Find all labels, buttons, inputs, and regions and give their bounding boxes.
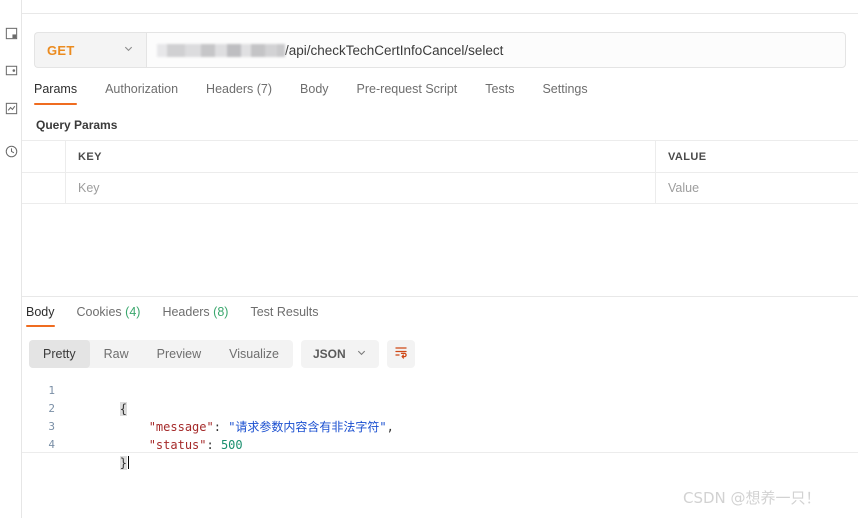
- language-dropdown[interactable]: JSON: [300, 340, 379, 368]
- response-divider: [22, 296, 858, 297]
- headers-count: (8): [213, 305, 229, 319]
- collections-icon[interactable]: [3, 25, 19, 41]
- cropped-tab-strip: ······· ····· ····· ······: [22, 0, 858, 13]
- top-divider: [22, 13, 858, 14]
- json-close-brace: }: [119, 456, 128, 470]
- response-tab-test-results[interactable]: Test Results: [250, 303, 318, 327]
- header-checkbox-cell: [22, 141, 66, 172]
- key-input-placeholder[interactable]: Key: [78, 181, 100, 195]
- response-body-viewer[interactable]: 1 2 3 4 { "message": "请求参数内容含有非法字符", "st…: [22, 378, 858, 470]
- line-number: 2: [48, 402, 55, 415]
- postman-window: ······· ····· ····· ······ GET /api/chec…: [0, 0, 858, 518]
- json-open-brace: {: [119, 402, 128, 416]
- format-raw[interactable]: Raw: [90, 340, 143, 368]
- json-value-status: 500: [220, 438, 243, 452]
- line-number: 3: [48, 420, 55, 433]
- query-params-title: Query Params: [36, 118, 118, 132]
- http-method-dropdown[interactable]: GET: [34, 32, 146, 68]
- key-column-header: KEY: [78, 150, 102, 163]
- table-header-row: KEY VALUE: [22, 140, 858, 172]
- json-comma: ,: [386, 420, 394, 434]
- response-format-toolbar: Pretty Raw Preview Visualize JSON: [29, 340, 415, 368]
- table-row[interactable]: Key Value: [22, 172, 858, 204]
- wrap-lines-icon: [393, 344, 409, 365]
- chevron-down-icon: [123, 41, 134, 59]
- left-icon-rail: [0, 0, 22, 518]
- query-params-table: KEY VALUE Key Value: [22, 140, 858, 204]
- json-colon: :: [206, 438, 221, 452]
- format-pretty[interactable]: Pretty: [29, 340, 90, 368]
- http-method-label: GET: [47, 42, 75, 58]
- json-value-message: "请求参数内容含有非法字符": [228, 420, 387, 434]
- wrap-lines-button[interactable]: [386, 340, 415, 368]
- response-tab-cookies[interactable]: Cookies (4): [77, 303, 141, 327]
- chevron-down-icon: [356, 347, 367, 361]
- value-input-placeholder[interactable]: Value: [668, 181, 699, 195]
- format-segmented-control: Pretty Raw Preview Visualize: [29, 340, 293, 368]
- response-tab-body[interactable]: Body: [26, 303, 55, 327]
- tab-pre-request-script[interactable]: Pre-request Script: [357, 80, 458, 105]
- json-colon: :: [213, 420, 229, 434]
- tab-body[interactable]: Body: [300, 80, 329, 105]
- text-caret: [128, 456, 130, 469]
- tab-authorization[interactable]: Authorization: [105, 80, 178, 105]
- tab-tests[interactable]: Tests: [485, 80, 514, 105]
- language-label: JSON: [312, 347, 346, 361]
- cropped-tab-text: ······· ····· ····· ······: [32, 0, 697, 3]
- line-number: 1: [48, 384, 55, 397]
- url-input[interactable]: /api/checkTechCertInfoCancel/select: [146, 32, 846, 68]
- header-key-cell: KEY: [66, 141, 656, 172]
- tab-settings[interactable]: Settings: [542, 80, 587, 105]
- json-key-status: "status": [148, 438, 207, 452]
- code-line-1: {: [62, 382, 858, 416]
- url-path-text: /api/checkTechCertInfoCancel/select: [285, 42, 504, 58]
- tab-params[interactable]: Params: [34, 80, 78, 105]
- response-tab-headers-label: Headers: [162, 305, 210, 319]
- url-row: GET /api/checkTechCertInfoCancel/select: [34, 32, 846, 68]
- row-value-cell[interactable]: Value: [656, 173, 858, 203]
- mock-servers-icon[interactable]: [3, 100, 19, 116]
- json-code-area[interactable]: { "message": "请求参数内容含有非法字符", "status": 5…: [62, 378, 858, 470]
- code-bottom-divider: [22, 452, 858, 453]
- value-column-header: VALUE: [668, 150, 707, 163]
- response-tab-bar: Body Cookies (4) Headers (8) Test Result…: [26, 303, 341, 327]
- json-key-message: "message": [148, 420, 214, 434]
- response-tab-cookies-label: Cookies: [76, 305, 122, 319]
- line-number-gutter: 1 2 3 4: [22, 378, 62, 452]
- empty-params-area: [22, 205, 858, 295]
- redacted-host-blur: [157, 43, 285, 57]
- code-line-2: "message": "请求参数内容含有非法字符",: [62, 400, 858, 434]
- cookies-count: (4): [125, 305, 141, 319]
- environments-icon[interactable]: [3, 62, 19, 78]
- row-checkbox-cell[interactable]: [22, 173, 66, 203]
- row-key-cell[interactable]: Key: [66, 173, 656, 203]
- response-tab-body-label: Body: [26, 305, 55, 319]
- header-value-cell: VALUE: [656, 141, 858, 172]
- watermark: CSDN @想养一只！: [683, 489, 821, 507]
- response-tab-headers[interactable]: Headers (8): [162, 303, 228, 327]
- tab-headers[interactable]: Headers (7): [206, 80, 272, 105]
- request-tab-bar: Params Authorization Headers (7) Body Pr…: [34, 80, 846, 108]
- format-visualize[interactable]: Visualize: [215, 340, 293, 368]
- response-tab-test-results-label: Test Results: [250, 305, 319, 319]
- format-preview[interactable]: Preview: [143, 340, 215, 368]
- history-icon[interactable]: [3, 143, 19, 159]
